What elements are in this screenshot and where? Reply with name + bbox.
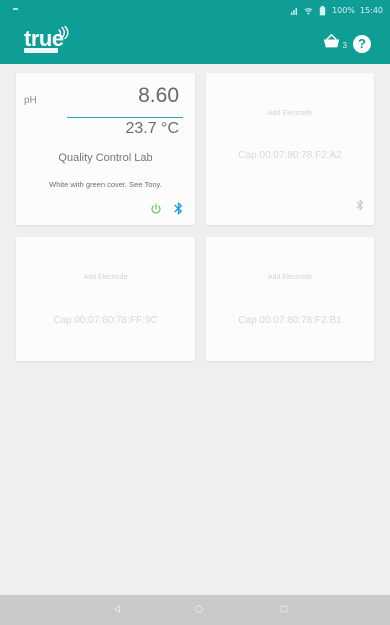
home-button[interactable] (178, 595, 220, 625)
home-icon (194, 601, 204, 619)
electrode-note: White with green cover. See Tony. (49, 180, 162, 189)
logo-wireless-icon (57, 25, 70, 44)
bluetooth-icon[interactable] (174, 202, 183, 220)
signal-icon (290, 7, 299, 16)
electrode-card-empty[interactable]: Add Electrode Cap 00:07:80:78:F2:B1 (206, 237, 374, 361)
electrode-card-empty[interactable]: Add Electrode Cap 00:07:80:78:F2:A2 (206, 73, 374, 225)
battery-percentage: 100% (332, 6, 355, 15)
battery-icon (318, 6, 327, 16)
electrode-grid: pH 8.60 23.7 °C Quality Control Lab Whit… (16, 73, 374, 361)
app-bar-actions: 3 ? (322, 33, 371, 54)
notification-indicator (13, 8, 18, 10)
electrode-card-empty[interactable]: Add Electrode Cap 00:07:80:78:FF:9C (16, 237, 195, 361)
temperature-value: 23.7 °C (125, 120, 179, 137)
system-navigation-bar (0, 595, 390, 625)
recent-apps-button[interactable] (263, 595, 305, 625)
app-logo: true (24, 25, 80, 57)
basket-button[interactable]: 3 (322, 33, 347, 54)
basket-icon (322, 33, 341, 54)
back-icon (112, 601, 122, 619)
add-electrode-label: Add Electrode (83, 274, 128, 281)
back-button[interactable] (96, 595, 138, 625)
power-icon[interactable] (150, 202, 162, 220)
cap-address: Cap 00:07:80:78:F2:B1 (238, 315, 342, 326)
logo-subtitle-bar (24, 48, 58, 53)
basket-count: 3 (342, 40, 347, 50)
bluetooth-icon[interactable] (356, 198, 364, 216)
status-bar: 100% 15:40 (0, 0, 390, 22)
measurement-underline (67, 117, 183, 118)
add-electrode-label: Add Electrode (268, 274, 312, 281)
app-bar: true 3 ? (0, 22, 390, 64)
card-status-icons (150, 202, 183, 220)
help-icon[interactable]: ? (353, 34, 371, 53)
status-time: 15:40 (359, 6, 383, 15)
electrode-card-active[interactable]: pH 8.60 23.7 °C Quality Control Lab Whit… (16, 73, 195, 225)
cap-address: Cap 00:07:80:78:F2:A2 (238, 150, 342, 161)
location-label: Quality Control Lab (58, 152, 153, 164)
measurement-value: 8.60 (138, 84, 179, 107)
wifi-icon (304, 7, 313, 16)
app-screen: 100% 15:40 true 3 ? pH 8.60 23.7 °C Qual… (0, 0, 390, 625)
add-electrode-label: Add Electrode (268, 110, 312, 117)
cap-address: Cap 00:07:80:78:FF:9C (53, 315, 158, 326)
measurement-label: pH (24, 95, 37, 106)
recent-apps-icon (279, 601, 289, 619)
